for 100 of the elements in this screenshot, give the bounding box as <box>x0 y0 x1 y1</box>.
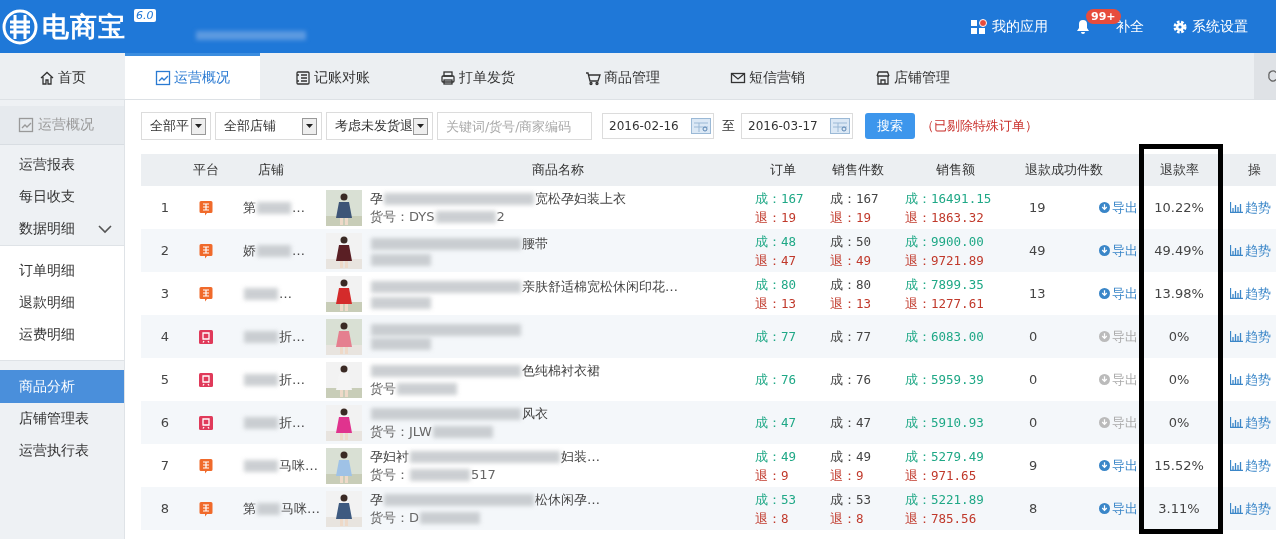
cart-icon <box>585 69 601 86</box>
sales-amount: 成：5910.93 <box>905 414 985 432</box>
trend-link[interactable]: 趋势 <box>1218 241 1276 260</box>
sidebar-item[interactable]: 订单明细 <box>0 255 124 287</box>
export-link[interactable]: 导出 <box>1075 499 1140 518</box>
download-icon <box>1099 374 1110 385</box>
sidebar-item[interactable]: 运营执行表 <box>0 435 124 467</box>
nav-tab[interactable]: 店铺管理 <box>840 53 985 99</box>
column-header: 商品名称 <box>530 161 585 179</box>
header-link[interactable]: 系统设置 <box>1172 17 1248 36</box>
store-name: 娇 … <box>242 241 306 260</box>
download-icon <box>1099 460 1110 471</box>
bar-chart-icon <box>1230 288 1243 299</box>
home-icon <box>39 69 55 86</box>
trend-link[interactable]: 趋势 <box>1218 499 1276 518</box>
store-name: 折… <box>222 327 320 346</box>
trend-link[interactable]: 趋势 <box>1218 413 1276 432</box>
refund-count: 9 <box>1028 458 1039 473</box>
sales-quantity: 成：53 <box>830 490 873 509</box>
redaction-blur <box>244 416 278 429</box>
product-sku: 货号： 517 <box>370 466 497 483</box>
order-count: 成：76 <box>755 371 798 389</box>
sales-quantity: 退：13 <box>830 294 873 313</box>
bar-chart-icon <box>1230 460 1243 471</box>
redaction-blur <box>420 511 480 524</box>
bar-chart-icon <box>1230 202 1243 213</box>
row-index: 7 <box>159 458 171 473</box>
sales-quantity: 成：167 <box>830 189 880 208</box>
sales-amount: 成：7899.35 <box>905 275 985 294</box>
sales-amount: 成：5221.89 <box>905 490 985 509</box>
order-count: 成：48 <box>755 232 798 251</box>
export-link[interactable]: 导出 <box>1075 198 1140 217</box>
redaction-blur <box>257 201 291 214</box>
bar-chart-icon <box>1230 417 1243 428</box>
nav-tab[interactable]: 首页 <box>0 53 125 99</box>
sidebar-item[interactable]: 数据明细 <box>0 213 124 245</box>
nav-tab[interactable]: 短信营销 <box>695 53 840 99</box>
sidebar-item[interactable]: 每日收支 <box>0 181 124 213</box>
sales-quantity: 成：47 <box>830 414 873 432</box>
order-count: 成：47 <box>755 414 798 432</box>
redaction-blur <box>257 244 291 257</box>
nav-tab[interactable]: 运营概况 <box>125 53 260 99</box>
export-link[interactable]: 导出 <box>1075 284 1140 303</box>
export-link[interactable]: 导出 <box>1075 456 1140 475</box>
store-name: 马咪… <box>222 456 320 475</box>
product-sku: 货号 <box>370 380 745 397</box>
trend-link[interactable]: 趋势 <box>1218 456 1276 475</box>
date-field[interactable]: 2016-03-17 <box>741 113 853 139</box>
trend-link[interactable]: 趋势 <box>1218 370 1276 389</box>
settings-icon <box>1172 18 1188 35</box>
header-link[interactable]: 我的应用 <box>970 17 1048 36</box>
sales-quantity: 成：77 <box>830 328 873 346</box>
sales-amount: 退：785.56 <box>905 509 978 528</box>
order-count: 成：80 <box>755 275 798 294</box>
nav-tab[interactable]: 打单发货 <box>405 53 550 99</box>
row-index: 6 <box>159 415 171 430</box>
filter-select[interactable]: 全部店铺 <box>215 112 322 140</box>
bell-icon <box>1076 18 1090 35</box>
nav-tab[interactable]: 商品管理 <box>550 53 695 99</box>
date-field[interactable]: 2016-02-16 <box>602 113 714 139</box>
sidebar-item[interactable]: 商品分析 <box>0 370 124 403</box>
export-link[interactable]: 导出 <box>1075 241 1140 260</box>
sidebar-item[interactable]: 店铺管理表 <box>0 403 124 435</box>
sidebar-item[interactable]: 退款明细 <box>0 287 124 319</box>
refund-rate: 0% <box>1167 415 1191 430</box>
refund-rate: 15.52% <box>1153 458 1205 473</box>
app-logo: 电商宝 <box>42 9 126 44</box>
refund-count: 0 <box>1028 329 1039 344</box>
sidebar-item[interactable]: 运费明细 <box>0 319 124 351</box>
redaction-blur <box>432 425 493 438</box>
refresh-button[interactable] <box>1254 53 1276 99</box>
filter-note: （已剔除特殊订单） <box>921 117 1038 135</box>
row-index: 2 <box>159 243 171 258</box>
column-header: 店铺 <box>257 161 285 179</box>
nav-tab[interactable]: 记账对账 <box>260 53 405 99</box>
download-icon <box>1099 202 1110 213</box>
sales-amount: 成：6083.00 <box>905 328 985 346</box>
search-field[interactable]: 关键词/货号/商家编码 <box>437 112 592 140</box>
redaction-blur <box>257 502 280 515</box>
filter-select[interactable]: 全部平 <box>141 112 211 140</box>
column-header: 销售件数 <box>830 161 885 179</box>
refund-count: 0 <box>1028 415 1039 430</box>
store-icon <box>875 69 891 86</box>
refresh-icon <box>1266 69 1276 83</box>
sidebar-item[interactable]: 运营报表 <box>0 149 124 181</box>
column-header: 退款率 <box>1158 161 1200 179</box>
sales-amount: 成：5279.49 <box>905 447 985 466</box>
trend-link[interactable]: 趋势 <box>1218 327 1276 346</box>
trend-link[interactable]: 趋势 <box>1218 284 1276 303</box>
order-count: 退：9 <box>755 466 790 485</box>
product-name: 腰带 <box>370 235 745 252</box>
order-count: 成：53 <box>755 490 798 509</box>
sales-amount: 退：9721.89 <box>905 251 985 270</box>
product-name: 色纯棉衬衣裙 <box>370 362 745 379</box>
refund-rate: 13.98% <box>1153 286 1205 301</box>
filter-select[interactable]: 考虑未发货退 <box>326 112 433 140</box>
order-count: 退：13 <box>755 294 798 313</box>
trend-link[interactable]: 趋势 <box>1218 198 1276 217</box>
search-button[interactable]: 搜索 <box>865 113 915 139</box>
logo-icon <box>2 8 38 45</box>
